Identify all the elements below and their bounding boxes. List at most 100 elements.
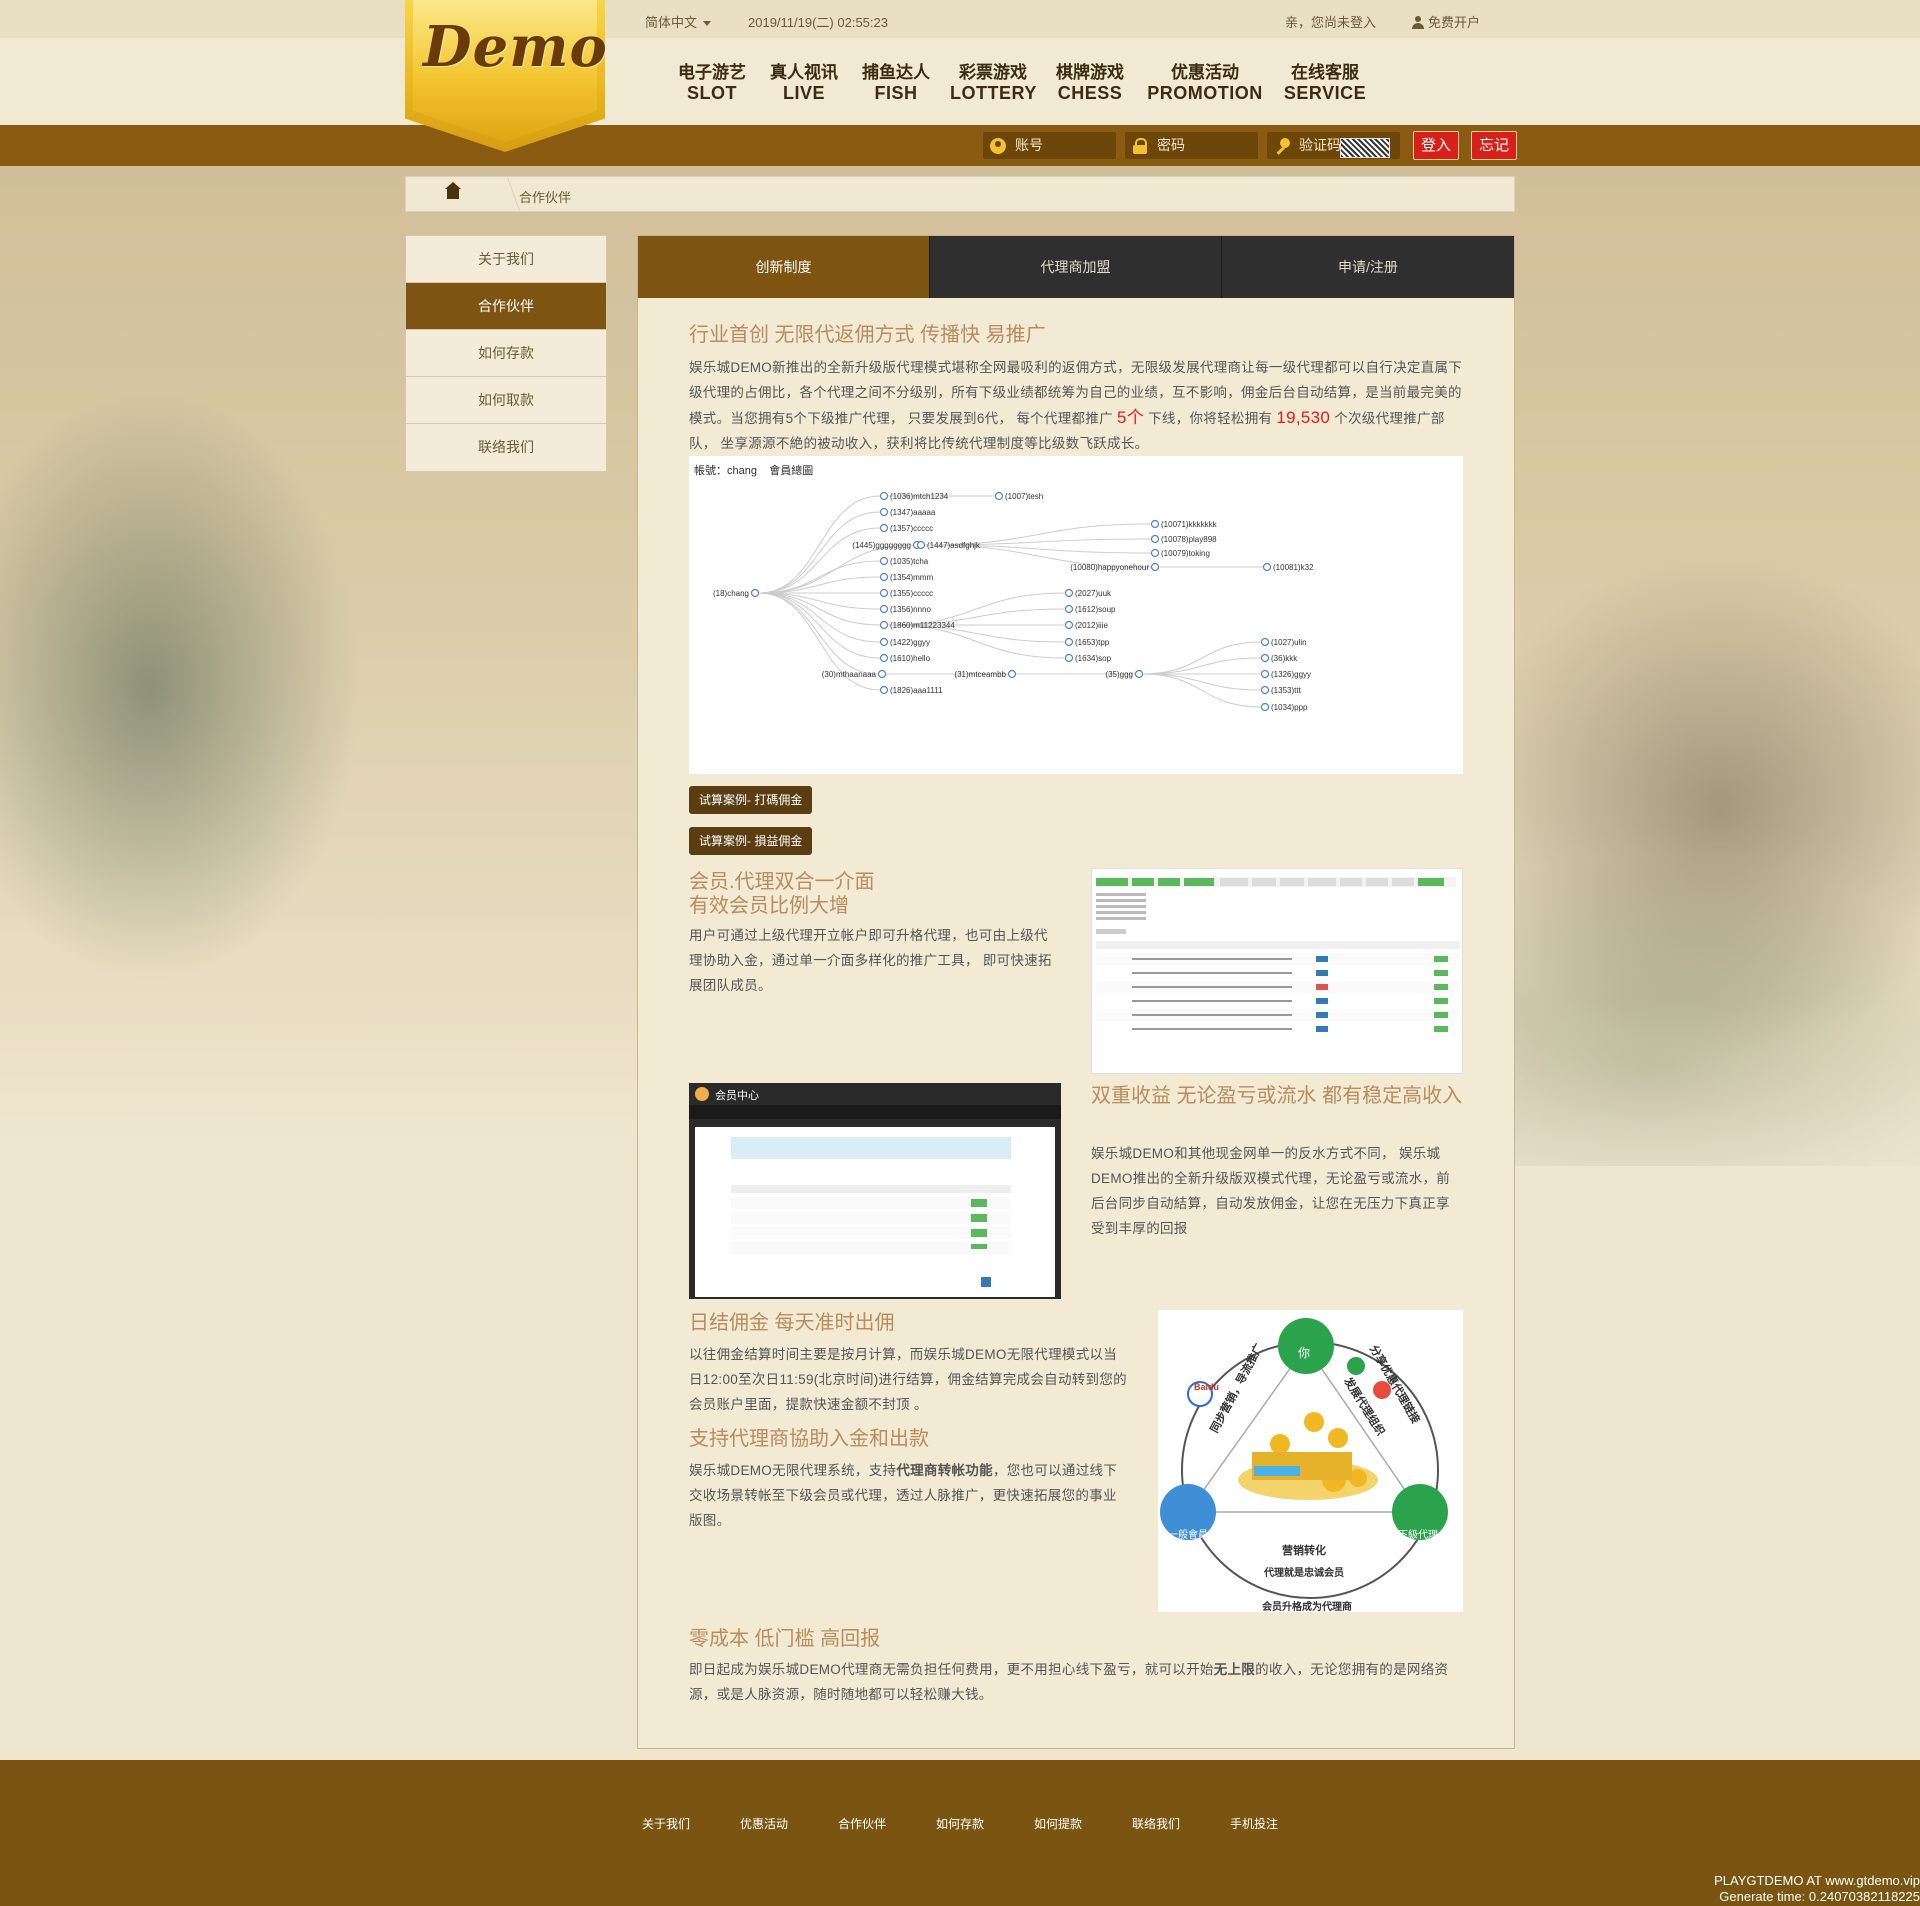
nav-item-service[interactable]: 在线客服 SERVICE	[1280, 63, 1370, 103]
language-select[interactable]: 简体中文	[645, 12, 712, 31]
tree-edge	[758, 511, 881, 594]
tree-edge	[758, 527, 881, 594]
nav-item-chess[interactable]: 棋牌游戏 CHESS	[1050, 63, 1130, 103]
nav-label-cn: 电子游艺	[678, 63, 746, 82]
section-title-daily-commission: 日结佣金 每天准时出佣	[689, 1312, 895, 1334]
captcha-image[interactable]	[1340, 138, 1390, 158]
nav-label-en: FISH	[874, 83, 918, 103]
nav-item-promotion[interactable]: 优惠活动 PROMOTION	[1144, 63, 1266, 103]
tree-node	[1260, 653, 1270, 663]
tree-node-label: (31)mtceambb	[954, 670, 1006, 679]
footer-link-promotions[interactable]: 优惠活动	[740, 1815, 788, 1832]
footer-link-contact[interactable]: 联络我们	[1132, 1815, 1180, 1832]
register-link[interactable]: 免费开户	[1412, 12, 1480, 31]
tree-node	[1260, 669, 1270, 679]
chevron-down-icon	[703, 21, 712, 27]
avatar	[695, 1087, 709, 1101]
nav-item-fish[interactable]: 捕鱼达人 FISH	[858, 63, 934, 103]
tree-edge	[758, 592, 881, 659]
captcha-placeholder: 验证码	[1299, 137, 1341, 153]
password-field[interactable]: 密码	[1125, 132, 1258, 159]
tab-innovation[interactable]: 创新制度	[638, 236, 930, 298]
tree-node	[1150, 548, 1160, 558]
footer-link-about[interactable]: 关于我们	[642, 1815, 690, 1832]
tree-edge	[1142, 641, 1262, 675]
diagram-loyal: 代理就是忠诚会员	[1264, 1568, 1344, 1579]
agent-list-screenshot	[1091, 868, 1463, 1074]
footer-link-deposit[interactable]: 如何存款	[936, 1815, 984, 1832]
nav-item-live[interactable]: 真人视讯 LIVE	[766, 63, 842, 103]
tree-node	[879, 637, 889, 647]
table-header	[731, 1185, 1011, 1193]
data-table	[731, 1197, 1011, 1257]
footer-credit-line2: Generate time: 0.24070382118225	[1719, 1889, 1920, 1904]
tree-node	[879, 556, 889, 566]
diagram-member: 一般會員	[1168, 1530, 1208, 1541]
tree-node-label: (1634)sop	[1075, 654, 1112, 663]
sidebar-item-withdraw[interactable]: 如何取款	[406, 377, 606, 424]
calc-loss-commission-button[interactable]: 试算案例- 損益佣金	[689, 827, 813, 855]
tree-node	[1064, 637, 1074, 647]
tab-agent-join[interactable]: 代理商加盟	[930, 236, 1222, 298]
breadcrumb-home[interactable]	[406, 177, 496, 211]
tree-node	[1260, 685, 1270, 695]
tab-apply-register[interactable]: 申请/注册	[1222, 236, 1514, 298]
tree-node-label: (2012)iiie	[1075, 621, 1108, 630]
nav-label-cn: 真人视讯	[770, 63, 838, 82]
section-subtitle-dual-interface: 有效会员比例大增	[689, 895, 849, 917]
account-field[interactable]: 账号	[983, 132, 1116, 159]
tree-node-label: (1027)ulin	[1271, 638, 1307, 647]
tree-node-label: (1610)hello	[890, 654, 931, 663]
tree-node-label: (1034)ppp	[1271, 703, 1308, 712]
table-action-buttons	[971, 1199, 987, 1249]
tree-node-label: (1355)ccccc	[890, 589, 933, 598]
footer-link-withdraw[interactable]: 如何提款	[1034, 1815, 1082, 1832]
calc-bet-commission-button[interactable]: 试算案例- 打碼佣金	[689, 786, 813, 814]
password-placeholder: 密码	[1157, 137, 1185, 153]
tree-node-label: (1445)gggggggg	[852, 541, 911, 550]
tree-node	[1134, 669, 1144, 679]
tree-node	[879, 491, 889, 501]
login-button[interactable]: 登入	[1413, 131, 1460, 160]
tree-edge	[1142, 673, 1262, 691]
tree-node	[1064, 588, 1074, 598]
nav-label-cn: 彩票游戏	[959, 63, 1027, 82]
member-center-panel	[695, 1127, 1055, 1297]
breadcrumb: 合作伙伴	[405, 176, 1515, 212]
footer-link-mobile[interactable]: 手机投注	[1230, 1815, 1278, 1832]
tree-node-label: (1036)mtch1234	[890, 492, 949, 501]
sidebar-item-deposit[interactable]: 如何存款	[406, 330, 606, 377]
member-center-nav	[689, 1105, 1061, 1119]
tree-node	[1150, 562, 1160, 572]
nav-label-en: LIVE	[782, 83, 825, 103]
nav-item-lottery[interactable]: 彩票游戏 LOTTERY	[950, 63, 1036, 103]
tree-node	[879, 572, 889, 582]
main-content: 创新制度 代理商加盟 申请/注册 行业首创 无限代返佣方式 传播快 易推广 娱乐…	[637, 235, 1515, 1749]
section-text-dual-income: 娱乐城DEMO和其他现金网单一的反水方式不同， 娱乐城DEMO推出的全新升级版双…	[1091, 1146, 1451, 1236]
sidebar-item-about[interactable]: 关于我们	[406, 236, 606, 283]
footer-link-partners[interactable]: 合作伙伴	[838, 1815, 886, 1832]
footer-links: 关于我们 优惠活动 合作伙伴 如何存款 如何提款 联络我们 手机投注	[0, 1815, 1920, 1835]
diagram-sub-agent: 下級代理	[1398, 1530, 1438, 1541]
promotion-cycle-diagram: 你 分享优惠代理链接 发展代理组织 Baidu 同步营销，导流推广 一般會員 下…	[1158, 1310, 1463, 1612]
tree-edge	[758, 592, 881, 626]
tree-node	[879, 685, 889, 695]
tree-node-label: (35)ggg	[1105, 670, 1133, 679]
forgot-password-button[interactable]: 忘记	[1471, 131, 1518, 160]
tree-node-label: (10078)play898	[1161, 535, 1217, 544]
section-title-unlimited-agent: 行业首创 无限代返佣方式 传播快 易推广	[689, 324, 1046, 346]
tree-node	[877, 669, 887, 679]
sidebar-item-partners[interactable]: 合作伙伴	[406, 283, 606, 330]
section-title-agent-deposit: 支持代理商協助入金和出款	[689, 1428, 929, 1450]
tree-node-label: (10079)toking	[1161, 549, 1210, 558]
tree-node	[1260, 702, 1270, 712]
nav-label-en: CHESS	[1057, 83, 1123, 103]
tree-node	[1262, 562, 1272, 572]
sidebar-item-contact[interactable]: 联络我们	[406, 424, 606, 471]
tree-node	[916, 540, 926, 550]
tree-edge	[758, 592, 879, 675]
tree-node-label: (36)kkk	[1271, 654, 1298, 663]
nav-item-slot[interactable]: 电子游艺 SLOT	[674, 63, 750, 103]
tree-node	[1260, 637, 1270, 647]
nav-label-cn: 优惠活动	[1171, 63, 1239, 82]
